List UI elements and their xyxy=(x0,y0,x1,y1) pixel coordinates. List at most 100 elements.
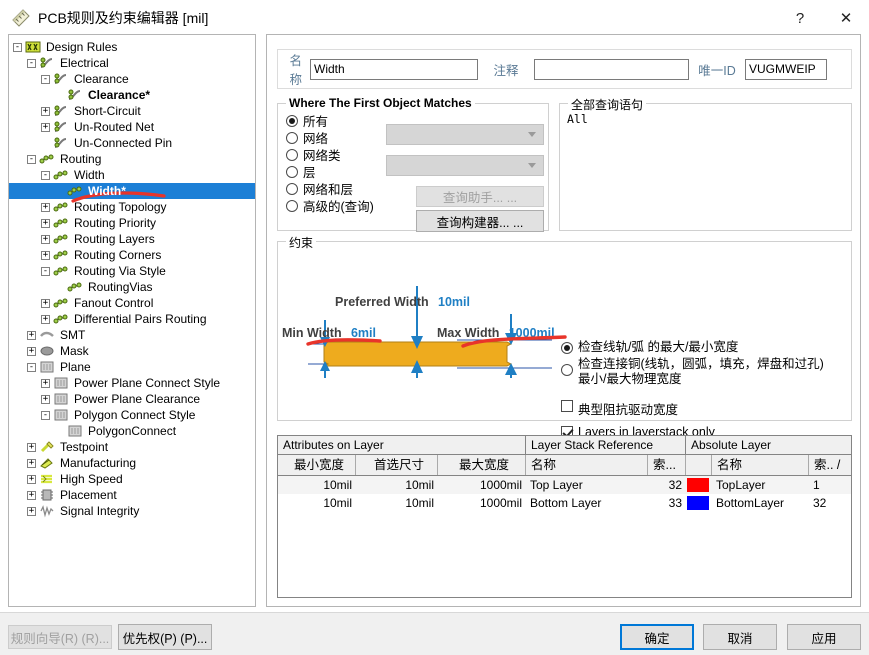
tree-item-design-rules[interactable]: - Design Rules xyxy=(9,39,255,55)
priority-button[interactable]: 优先权(P) (P)... xyxy=(118,624,212,650)
apply-button[interactable]: 应用 xyxy=(787,624,861,650)
tree-item-power-plane-clearance[interactable]: + Power Plane Clearance xyxy=(9,391,255,407)
col-max-width[interactable]: 最大宽度 xyxy=(438,455,526,475)
col-min-width[interactable]: 最小宽度 xyxy=(278,455,356,475)
collapse-icon[interactable]: - xyxy=(41,74,50,84)
collapse-icon[interactable]: - xyxy=(27,58,36,68)
expand-icon[interactable]: + xyxy=(27,330,36,340)
expand-icon[interactable]: + xyxy=(41,250,50,260)
collapse-icon[interactable]: - xyxy=(41,410,50,420)
preferred-width-value[interactable]: 10mil xyxy=(438,295,470,309)
tree-item-clearance[interactable]: Clearance* xyxy=(9,87,255,103)
expand-icon[interactable]: + xyxy=(27,506,36,516)
tree-item-power-plane-connect-style[interactable]: + Power Plane Connect Style xyxy=(9,375,255,391)
expand-icon[interactable]: + xyxy=(27,442,36,452)
match-option-net-and-layer[interactable]: 网络和层 xyxy=(286,180,374,197)
tree-item-routing-layers[interactable]: + Routing Layers xyxy=(9,231,255,247)
tree-item-clearance[interactable]: - Clearance xyxy=(9,71,255,87)
expand-icon[interactable]: + xyxy=(41,218,50,228)
tree-item-width[interactable]: - Width xyxy=(9,167,255,183)
match-option-netclass[interactable]: 网络类 xyxy=(286,146,374,163)
col-preferred[interactable]: 首选尺寸 xyxy=(356,455,438,475)
electrical-icon xyxy=(53,104,69,118)
match-option-layer[interactable]: 层 xyxy=(286,163,374,180)
cell-max-width: 1000mil xyxy=(479,478,522,492)
expand-icon[interactable]: + xyxy=(41,202,50,212)
expand-icon[interactable]: + xyxy=(41,122,50,132)
typical-impedance-checkbox[interactable]: 典型阻抗驱动宽度 xyxy=(561,399,849,418)
match-option-all[interactable]: 所有 xyxy=(286,112,374,129)
expand-icon[interactable]: + xyxy=(41,394,50,404)
expand-icon[interactable]: + xyxy=(41,378,50,388)
expand-icon[interactable]: + xyxy=(27,458,36,468)
layer-attributes-table[interactable]: Attributes on Layer Layer Stack Referenc… xyxy=(277,435,852,598)
ok-button[interactable]: 确定 xyxy=(620,624,694,650)
query-helper-button[interactable]: 查询助手... ... xyxy=(416,186,544,207)
table-row[interactable]: 10mil 10mil 1000mil Top Layer 32 TopLayer 1 xyxy=(278,476,851,494)
collapse-icon[interactable]: - xyxy=(41,170,50,180)
tree-item-electrical[interactable]: - Electrical xyxy=(9,55,255,71)
name-input[interactable] xyxy=(310,58,478,80)
tree-item-routing-via-style[interactable]: - Routing Via Style xyxy=(9,263,255,279)
collapse-icon[interactable]: - xyxy=(27,362,36,372)
tree-item-un-routed-net[interactable]: + Un-Routed Net xyxy=(9,119,255,135)
expand-icon[interactable]: + xyxy=(27,346,36,356)
cancel-button[interactable]: 取消 xyxy=(703,624,777,650)
col-abs-name[interactable]: 名称 xyxy=(712,455,809,475)
help-button[interactable]: ? xyxy=(777,0,823,36)
tree-item-high-speed[interactable]: + High Speed xyxy=(9,471,255,487)
collapse-icon[interactable]: - xyxy=(41,266,50,276)
min-width-value[interactable]: 6mil xyxy=(351,326,376,340)
tree-item-polygon-connect-style[interactable]: - Polygon Connect Style xyxy=(9,407,255,423)
collapse-icon[interactable]: - xyxy=(13,42,22,52)
tree-item-routing-corners[interactable]: + Routing Corners xyxy=(9,247,255,263)
expand-icon[interactable]: + xyxy=(41,234,50,244)
check-width-option-physical[interactable]: 检查连接铜(线轨，圆弧，填充，焊盘和过孔)最小/最大物理宽度 xyxy=(561,357,849,387)
net-combo[interactable] xyxy=(386,124,544,145)
expand-icon[interactable]: + xyxy=(41,106,50,116)
col-stack-index[interactable]: 索... xyxy=(648,455,686,475)
radio-icon xyxy=(286,148,298,161)
max-width-label: Max Width xyxy=(437,326,500,340)
check-width-option-track[interactable]: 检查线轨/弧 的最大/最小宽度 xyxy=(561,340,849,355)
comment-input[interactable] xyxy=(534,58,689,80)
tree-item-polygonconnect[interactable]: PolygonConnect xyxy=(9,423,255,439)
max-width-value[interactable]: 1000mil xyxy=(509,326,555,340)
tree-item-width[interactable]: Width* xyxy=(9,183,255,199)
tree-item-differential-pairs-routing[interactable]: + Differential Pairs Routing xyxy=(9,311,255,327)
tree-item-signal-integrity[interactable]: + Signal Integrity xyxy=(9,503,255,519)
tree-item-short-circuit[interactable]: + Short-Circuit xyxy=(9,103,255,119)
tree-item-routing-topology[interactable]: + Routing Topology xyxy=(9,199,255,215)
match-option-net[interactable]: 网络 xyxy=(286,129,374,146)
tree-item-manufacturing[interactable]: + Manufacturing xyxy=(9,455,255,471)
tree-item-plane[interactable]: - Plane xyxy=(9,359,255,375)
netclass-combo[interactable] xyxy=(386,155,544,176)
collapse-icon[interactable]: - xyxy=(27,154,36,164)
tree-item-fanout-control[interactable]: + Fanout Control xyxy=(9,295,255,311)
tree-item-smt[interactable]: + SMT xyxy=(9,327,255,343)
query-builder-button[interactable]: 查询构建器... ... xyxy=(416,210,544,232)
close-icon[interactable]: ✕ xyxy=(823,0,869,36)
col-stack-name[interactable]: 名称 xyxy=(526,455,648,475)
tree-item-placement[interactable]: + Placement xyxy=(9,487,255,503)
design-rules-tree[interactable]: - Design Rules - Electrical - Clearance Cleara… xyxy=(8,34,256,607)
expand-icon[interactable]: + xyxy=(41,314,50,324)
routing-icon xyxy=(39,152,55,166)
routing-icon xyxy=(53,312,69,326)
tree-item-routingvias[interactable]: RoutingVias xyxy=(9,279,255,295)
unique-id-input[interactable] xyxy=(745,58,827,80)
tree-item-testpoint[interactable]: + Testpoint xyxy=(9,439,255,455)
rule-wizard-button[interactable]: 规则向导(R) (R)... xyxy=(8,625,112,649)
expand-icon[interactable]: + xyxy=(41,298,50,308)
first-object-matches-group: Where The First Object Matches 所有 网络 网络类… xyxy=(277,96,549,232)
tree-item-routing-priority[interactable]: + Routing Priority xyxy=(9,215,255,231)
tree-item-mask[interactable]: + Mask xyxy=(9,343,255,359)
col-abs-index[interactable]: 索.. / xyxy=(809,455,851,475)
expand-icon[interactable]: + xyxy=(27,490,36,500)
col-color[interactable] xyxy=(686,455,712,475)
tree-item-routing[interactable]: - Routing xyxy=(9,151,255,167)
table-row[interactable]: 10mil 10mil 1000mil Bottom Layer 33 BottomLay… xyxy=(278,494,851,512)
expand-icon[interactable]: + xyxy=(27,474,36,484)
tree-item-un-connected-pin[interactable]: Un-Connected Pin xyxy=(9,135,255,151)
match-option-advanced-query[interactable]: 高级的(查询) xyxy=(286,197,374,214)
